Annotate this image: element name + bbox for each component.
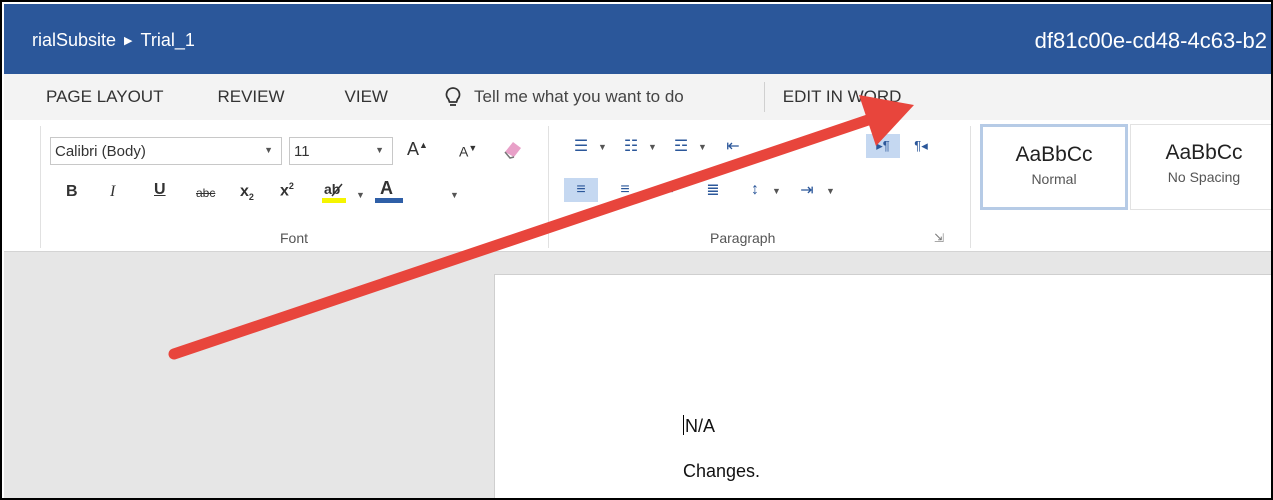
document-title[interactable]: df81c00e-cd48-4c63-b2	[1035, 28, 1267, 54]
svg-text:A: A	[380, 178, 393, 198]
paragraph-group-label: Paragraph	[710, 230, 776, 246]
align-left-icon[interactable]: ≡	[564, 178, 598, 202]
style-normal-sample: AaBbCc	[1015, 143, 1093, 166]
increase-indent-icon[interactable]: ⇥	[770, 134, 804, 158]
multilevel-list-icon[interactable]: ☲	[664, 134, 698, 158]
chevron-down-icon[interactable]: ▼	[648, 142, 657, 152]
ribbon-tabs: PAGE LAYOUT REVIEW VIEW Tell me what you…	[4, 74, 1271, 120]
text-cursor	[683, 415, 684, 435]
document-line-text: N/A	[685, 416, 716, 436]
lightbulb-icon	[445, 87, 461, 106]
justify-icon[interactable]: ≣	[696, 178, 730, 202]
style-no-spacing[interactable]: AaBbCc No Spacing	[1130, 124, 1271, 210]
tab-review[interactable]: REVIEW	[163, 87, 284, 107]
font-name-value: Calibri (Body)	[55, 142, 146, 160]
paragraph-spacing-icon[interactable]: ⇥	[790, 178, 824, 202]
breadcrumb-separator-icon: ▶	[124, 35, 133, 47]
font-size-value: 11	[294, 142, 310, 160]
group-separator	[970, 126, 971, 248]
tab-view[interactable]: VIEW	[285, 87, 388, 107]
document-line[interactable]: N/A	[683, 415, 715, 437]
left-to-right-icon[interactable]: ▸¶	[866, 134, 900, 158]
breadcrumb-site[interactable]: rialSubsite	[32, 30, 116, 51]
line-spacing-icon[interactable]: ↕	[738, 178, 772, 202]
ribbon: Calibri (Body) ▼ 11 ▼ A▲ A▼ B I U abc x2…	[4, 120, 1271, 252]
font-name-dropdown[interactable]: Calibri (Body) ▼	[50, 137, 282, 165]
align-right-icon[interactable]: ≡	[652, 178, 686, 202]
chevron-down-icon[interactable]: ▼	[356, 190, 365, 200]
chevron-down-icon: ▼	[375, 145, 384, 155]
superscript-icon[interactable]: x2	[280, 182, 294, 199]
shrink-font-icon[interactable]: A▼	[459, 144, 477, 159]
font-group-label: Font	[280, 230, 309, 246]
chevron-down-icon[interactable]: ▼	[772, 186, 781, 196]
tell-me-placeholder: Tell me what you want to do	[473, 87, 684, 106]
clear-formatting-icon[interactable]	[501, 138, 525, 164]
document-line[interactable]: Changes.	[683, 461, 760, 482]
decrease-indent-icon[interactable]: ⇤	[716, 134, 750, 158]
screenshot-frame: rialSubsite ▶ Trial_1 df81c00e-cd48-4c63…	[0, 0, 1273, 500]
chevron-down-icon[interactable]: ▼	[698, 142, 707, 152]
highlight-color-icon[interactable]: ab	[322, 180, 352, 208]
tab-page-layout[interactable]: PAGE LAYOUT	[4, 87, 163, 107]
numbering-icon[interactable]: ☷	[614, 134, 648, 158]
chevron-down-icon[interactable]: ▼	[826, 186, 835, 196]
group-separator	[548, 126, 549, 248]
style-normal[interactable]: AaBbCc Normal	[980, 124, 1128, 210]
paragraph-dialog-launcher-icon[interactable]: ⇲	[934, 232, 944, 244]
strikethrough-icon[interactable]: abc	[196, 187, 215, 199]
chevron-down-icon[interactable]: ▼	[450, 190, 459, 200]
bullets-icon[interactable]: ☰	[564, 134, 598, 158]
right-to-left-icon[interactable]: ¶◂	[904, 134, 938, 158]
title-bar: rialSubsite ▶ Trial_1 df81c00e-cd48-4c63…	[4, 4, 1271, 74]
chevron-down-icon[interactable]: ▼	[598, 142, 607, 152]
italic-icon[interactable]: I	[110, 184, 115, 200]
grow-font-icon[interactable]: A▲	[407, 140, 428, 158]
font-size-dropdown[interactable]: 11 ▼	[289, 137, 393, 165]
style-normal-label: Normal	[1031, 171, 1077, 187]
subscript-icon[interactable]: x2	[240, 183, 254, 202]
document-page[interactable]: N/A Changes.	[494, 274, 1271, 498]
style-no-spacing-label: No Spacing	[1167, 169, 1241, 185]
document-line-text: Changes.	[683, 461, 761, 481]
underline-icon[interactable]: U	[154, 182, 166, 198]
bold-icon[interactable]: B	[66, 184, 78, 200]
font-color-icon[interactable]: A	[372, 178, 404, 208]
tell-me-search[interactable]: Tell me what you want to do	[444, 86, 684, 108]
ribbon-left-edge	[40, 126, 41, 248]
breadcrumb: rialSubsite ▶ Trial_1	[32, 30, 195, 51]
style-no-spacing-sample: AaBbCc	[1165, 141, 1243, 164]
edit-in-word-button[interactable]: EDIT IN WORD	[765, 87, 902, 107]
chevron-down-icon: ▼	[264, 145, 273, 155]
align-center-icon[interactable]: ≡	[608, 178, 642, 202]
breadcrumb-document[interactable]: Trial_1	[141, 30, 195, 51]
